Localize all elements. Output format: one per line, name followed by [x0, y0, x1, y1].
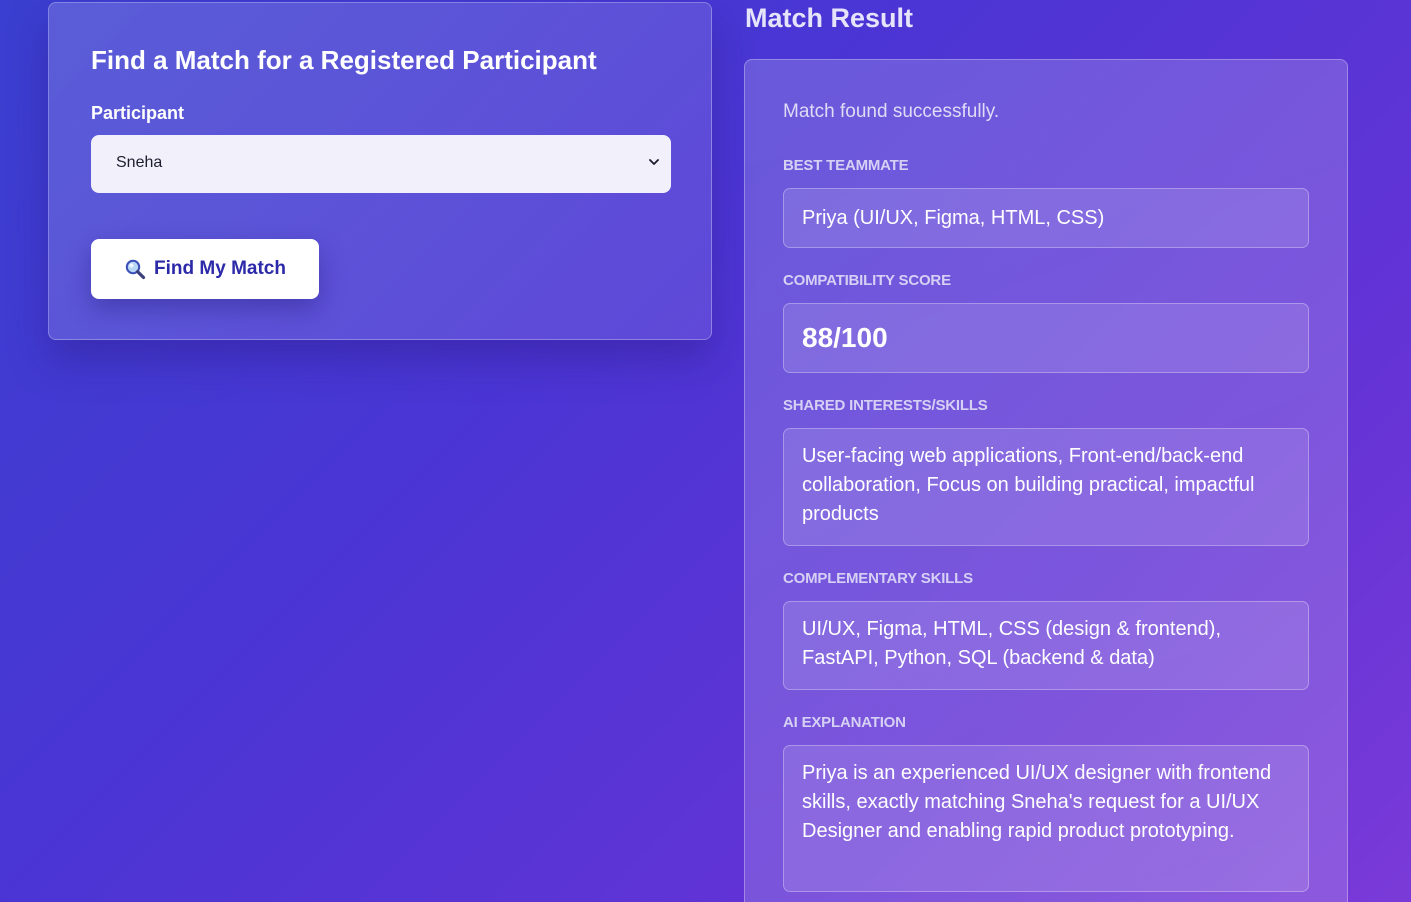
best-teammate-value: Priya (UI/UX, Figma, HTML, CSS) — [783, 188, 1309, 248]
complementary-skills-label: COMPLEMENTARY SKILLS — [783, 570, 973, 587]
compatibility-score-value: 88/100 — [783, 303, 1309, 373]
find-my-match-button[interactable]: Find My Match — [91, 239, 319, 299]
shared-interests-value: User-facing web applications, Front-end/… — [783, 428, 1309, 546]
ai-explanation-label: AI EXPLANATION — [783, 714, 906, 731]
match-status-text: Match found successfully. — [783, 101, 1000, 122]
ai-explanation-value: Priya is an experienced UI/UX designer w… — [783, 745, 1309, 892]
participant-select-value: Sneha — [116, 154, 163, 171]
participant-select[interactable]: Sneha — [91, 135, 671, 193]
best-teammate-label: BEST TEAMMATE — [783, 157, 909, 174]
finder-title: Find a Match for a Registered Participan… — [91, 45, 597, 75]
compatibility-score-label: COMPATIBILITY SCORE — [783, 272, 951, 289]
chevron-down-icon — [649, 159, 659, 165]
match-result-heading: Match Result — [745, 3, 914, 33]
match-result-card: Match found successfully. BEST TEAMMATE … — [744, 59, 1348, 902]
complementary-skills-value: UI/UX, Figma, HTML, CSS (design & fronte… — [783, 601, 1309, 690]
magnifying-glass-icon — [125, 259, 146, 280]
match-finder-card: Find a Match for a Registered Participan… — [48, 2, 712, 340]
shared-interests-label: SHARED INTERESTS/SKILLS — [783, 397, 988, 414]
find-my-match-label: Find My Match — [154, 258, 286, 279]
participant-label: Participant — [91, 103, 185, 123]
